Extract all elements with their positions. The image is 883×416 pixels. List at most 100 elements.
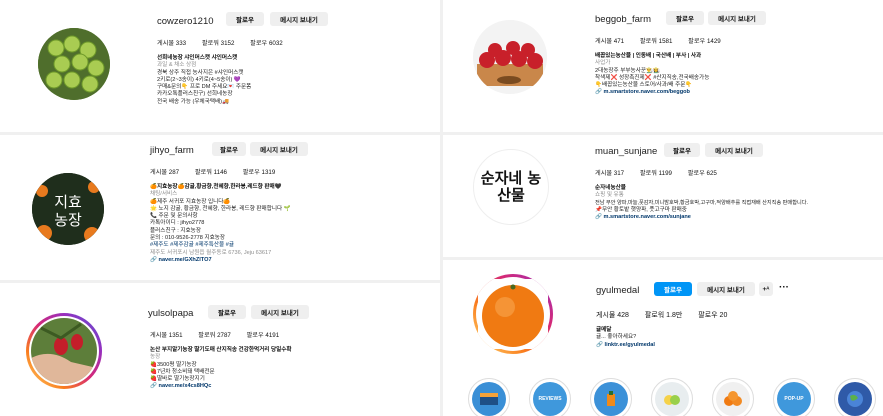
username: cowzero1210 <box>157 16 214 27</box>
message-button[interactable]: 메시지 보내기 <box>250 142 308 156</box>
link-icon: 🔗 <box>150 383 159 390</box>
posts-count: 게시물 471 <box>595 38 625 45</box>
message-button[interactable]: 메시지 보내기 <box>705 143 763 157</box>
following-count[interactable]: 팔로우 1319 <box>243 169 276 176</box>
story-highlight[interactable] <box>712 378 754 416</box>
orange-photo-icon <box>478 279 548 349</box>
follow-button[interactable]: 팔로우 <box>664 143 700 157</box>
profile-avatar[interactable]: 순자네 농산물 <box>473 149 549 225</box>
category: 과일 & 채소 상점 <box>157 62 197 69</box>
message-button[interactable]: 메시지 보내기 <box>708 11 766 25</box>
grape-photo-icon <box>38 28 110 100</box>
profile-panel-yulsolpapa: yulsolpapa 팔로우 메시지 보내기 게시물 1351 팔로워 2787… <box>0 283 440 416</box>
follow-button[interactable]: 팔로우 <box>666 11 704 25</box>
bio-line: 전남 무안 양파,마늘,풋감자,미니밤호박,황금호박,고구마,적양배추를 직접재… <box>595 199 808 206</box>
profile-avatar[interactable] <box>38 28 110 100</box>
profile-bio: 배꼽있는농산물 | 인동배 | 국산배 | 부사 | 사과 사업가 2대농장주 … <box>595 53 709 97</box>
link-icon: 🔗 <box>596 341 605 348</box>
story-highlight[interactable] <box>468 378 510 416</box>
followers-count[interactable]: 팔로워 2787 <box>198 332 231 339</box>
svg-text:농장: 농장 <box>54 211 82 229</box>
category: 사업가 <box>595 60 611 67</box>
profile-avatar[interactable]: 지효 농장 <box>32 173 104 245</box>
orange-juice-icon <box>607 391 615 406</box>
more-options-icon[interactable]: ··· <box>779 283 789 293</box>
address[interactable]: 제주도 서귀포시 남원읍 월주동로 6736, Jeju 63617 <box>150 250 291 257</box>
profile-panel-gyulmedal: gyulmedal 팔로우 메시지 보내기 +ᴬ ··· 게시물 428 팔로워… <box>443 260 883 416</box>
profile-bio: 논산 부지알기농장 딸기도매 산지직송 건강한먹거리 당일수확 농장 🍓3500… <box>150 347 292 391</box>
avatar-logo-text: 순자네 농산물 <box>480 169 542 204</box>
follow-button[interactable]: 팔로우 <box>212 142 246 156</box>
following-count[interactable]: 팔로우 20 <box>698 312 727 319</box>
posts-count: 게시물 317 <box>595 170 625 177</box>
profile-avatar[interactable] <box>473 20 547 94</box>
story-highlight-reviews[interactable]: REVIEWS <box>529 378 571 416</box>
following-count[interactable]: 팔로우 625 <box>688 170 717 177</box>
message-button[interactable]: 메시지 보내기 <box>697 282 755 296</box>
profile-bio: 귤메달 귤... 좋아하세요? 🔗 linktr.ee/gyulmedal <box>596 327 655 349</box>
external-link[interactable]: 🔗 linktr.ee/gyulmedal <box>596 342 655 349</box>
profile-stats: 게시물 471 팔로워 1581 팔로우 1429 <box>595 36 735 45</box>
profile-stats: 게시물 333 팔로워 3152 팔로우 6032 <box>157 38 297 47</box>
link-icon: 🔗 <box>595 89 604 96</box>
username: beggob_farm <box>595 14 651 25</box>
orange-pile-icon <box>724 391 742 406</box>
bio-line: 🍊제주 서귀포 지효농장 입니다🍊 <box>150 198 231 205</box>
profile-panel-jihyo-farm: 지효 농장 jihyo_farm 팔로우 메시지 보내기 게시물 287 팔로워… <box>0 135 440 280</box>
tangerine-logo-icon: 지효 농장 <box>32 173 104 245</box>
profile-stats: 게시물 1351 팔로워 2787 팔로우 4191 <box>150 330 293 339</box>
category: 채팅/서비스 <box>150 191 178 198</box>
hashtags[interactable]: #제주도 #제주감귤 #제주특산물 #귤 <box>150 242 291 249</box>
following-count[interactable]: 팔로우 4191 <box>247 332 280 339</box>
followers-count[interactable]: 팔로워 1146 <box>195 169 227 176</box>
apple-box-photo-icon <box>473 20 547 94</box>
following-count[interactable]: 팔로우 1429 <box>688 38 721 45</box>
profile-stats: 게시물 428 팔로워 1.8만 팔로우 20 <box>596 310 741 320</box>
follow-button[interactable]: 팔로우 <box>654 282 692 296</box>
posts-count: 게시물 1351 <box>150 332 183 339</box>
external-link[interactable]: 🔗 naver.me/x4cs8HQc <box>150 383 292 390</box>
bio-line: 2대농장주 부부농사꾼👨‍🌾👩‍🌾 <box>595 67 660 74</box>
message-button[interactable]: 메시지 보내기 <box>251 305 309 319</box>
followers-count[interactable]: 팔로워 1.8만 <box>645 312 682 319</box>
followers-count[interactable]: 팔로워 1581 <box>640 38 673 45</box>
strawberry-photo-icon <box>31 318 97 384</box>
profile-panel-beggob-farm: beggob_farm 팔로우 메시지 보내기 게시물 471 팔로워 1581… <box>443 0 883 132</box>
bio-line: 카톡아이디 : jihyo2778 <box>150 220 205 227</box>
bio-line: 🍓3500평 딸기농장 <box>150 361 197 368</box>
posts-count: 게시물 287 <box>150 169 180 176</box>
profile-bio: 선희네농장 샤인머스캣 샤인머스캣 과일 & 채소 상점 경북 상주 직접 농사… <box>157 55 251 106</box>
follow-button[interactable]: 팔로우 <box>208 305 246 319</box>
profile-panel-muan-sunjane: 순자네 농산물 muan_sunjane 팔로우 메시지 보내기 게시물 317… <box>443 135 883 257</box>
bio-line: 카카오톡플러스친구) 선희네농장 <box>157 91 233 98</box>
link-icon: 🔗 <box>150 256 159 263</box>
message-button[interactable]: 메시지 보내기 <box>270 12 328 26</box>
follow-button[interactable]: 팔로우 <box>226 12 264 26</box>
external-link[interactable]: 🔗 m.smartstore.naver.com/sunjane <box>595 214 808 221</box>
posts-count: 게시물 333 <box>157 40 187 47</box>
story-highlight-pop-up[interactable]: POP-UP <box>773 378 815 416</box>
posts-count: 게시물 428 <box>596 312 629 319</box>
profile-panel-cowzero1210: cowzero1210 팔로우 메시지 보내기 게시물 333 팔로워 3152… <box>0 0 440 132</box>
following-count[interactable]: 팔로우 6032 <box>250 40 283 47</box>
box-icon <box>480 393 498 405</box>
category: 쇼핑 및 유통 <box>595 192 624 199</box>
bio-line: 경북 상주 직접 농사지은 #샤인머스캣 <box>157 69 244 76</box>
external-link[interactable]: 🔗 m.smartstore.naver.com/beggob <box>595 89 709 96</box>
followers-count[interactable]: 팔로워 1199 <box>640 170 672 177</box>
profile-bio: 🍊지효농장🍊감귤,황금향,천혜향,한라봉,레드향 판매🖤 채팅/서비스 🍊제주 … <box>150 184 291 264</box>
profile-avatar[interactable] <box>473 274 553 354</box>
category: 농장 <box>150 354 161 361</box>
profile-stats: 게시물 287 팔로워 1146 팔로우 1319 <box>150 167 289 176</box>
bio-line: 플러스친구 : 지효농장 <box>150 227 201 234</box>
suggest-user-button[interactable]: +ᴬ <box>759 282 773 296</box>
followers-count[interactable]: 팔로워 3152 <box>202 40 235 47</box>
bio-line: 전국 배송 가능 (우체국택배)🚚 <box>157 98 229 105</box>
external-link[interactable]: 🔗 naver.me/GXhZlTO7 <box>150 257 291 264</box>
username: muan_sunjane <box>595 146 658 157</box>
story-highlight[interactable] <box>834 378 876 416</box>
story-highlight[interactable] <box>590 378 632 416</box>
story-highlight[interactable] <box>651 378 693 416</box>
profile-avatar[interactable] <box>26 313 102 389</box>
username: gyulmedal <box>596 285 640 296</box>
